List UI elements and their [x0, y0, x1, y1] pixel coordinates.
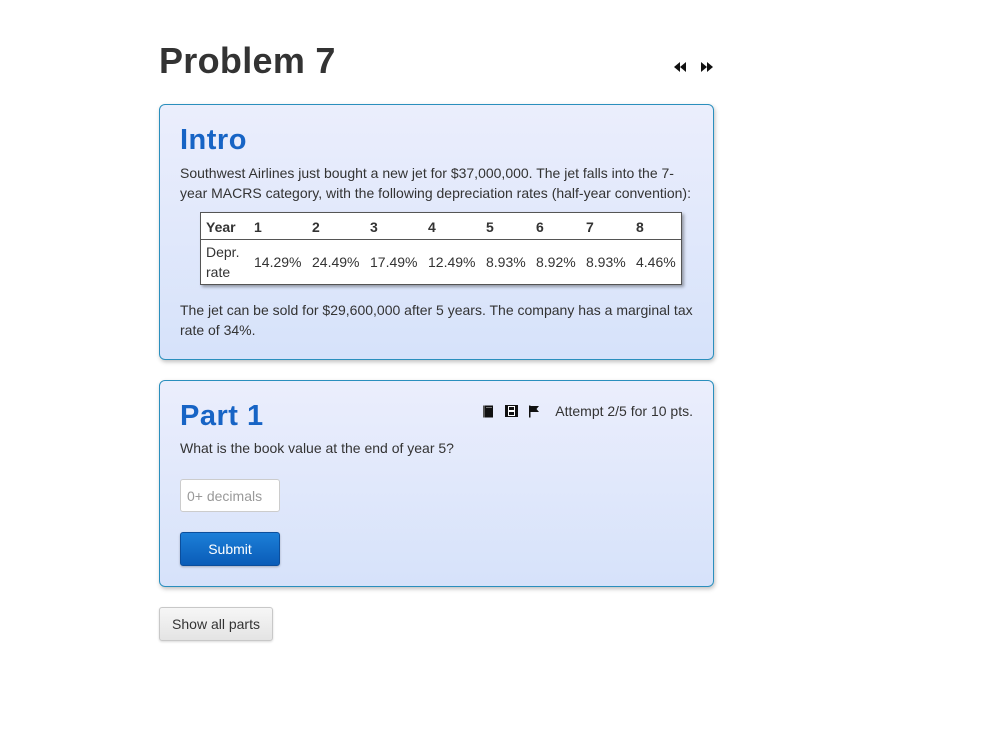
table-header-cell: 2	[307, 212, 365, 240]
answer-input[interactable]	[180, 479, 280, 512]
table-cell: 4.46%	[636, 254, 676, 270]
problem-header: Problem 7	[159, 38, 714, 98]
table-cell: 24.49%	[312, 254, 360, 270]
part1-title: Part 1	[180, 400, 264, 432]
table-cell: 8.93%	[486, 254, 526, 270]
table-header-cell: 1	[249, 212, 307, 240]
depreciation-table: Year 1 2 3 4 5 6 7 8 Depr. rate 14.29% 2…	[200, 212, 682, 285]
table-header-cell: 6	[531, 212, 581, 240]
table-header-cell: 7	[581, 212, 631, 240]
table-cell: 8.92%	[536, 254, 576, 270]
page-title: Problem 7	[159, 40, 336, 81]
table-header-row: Year 1 2 3 4 5 6 7 8	[200, 212, 682, 240]
attempt-counter: Attempt 2/5 for 10 pts.	[555, 403, 693, 419]
table-cell: 8.93%	[586, 254, 626, 270]
intro-paragraph-2: The jet can be sold for $29,600,000 afte…	[180, 302, 693, 338]
table-header-cell: 5	[481, 212, 531, 240]
table-row-label: Depr. rate	[206, 244, 240, 280]
book-icon[interactable]	[481, 404, 495, 418]
table-header-cell: 4	[423, 212, 481, 240]
intro-card: Intro Southwest Airlines just bought a n…	[159, 104, 714, 360]
intro-title: Intro	[180, 124, 247, 156]
table-header-year: Year	[200, 212, 249, 240]
film-icon[interactable]	[504, 404, 518, 418]
fast-forward-icon[interactable]	[698, 60, 714, 74]
table-row: Depr. rate 14.29% 24.49% 17.49% 12.49% 8…	[201, 240, 682, 285]
part1-card: Part 1 Attempt 2/5 for 10 pts. What is t…	[159, 380, 714, 587]
flag-icon[interactable]	[527, 404, 541, 418]
table-cell: 17.49%	[370, 254, 418, 270]
table-cell: 12.49%	[428, 254, 476, 270]
part-tools: Attempt 2/5 for 10 pts.	[481, 403, 693, 419]
problem-nav	[672, 60, 714, 74]
intro-paragraph: Southwest Airlines just bought a new jet…	[180, 165, 691, 201]
problem-container: Problem 7 Intro Southwest Airlines just …	[159, 38, 714, 641]
table-header-cell: 8	[631, 212, 682, 240]
rewind-icon[interactable]	[672, 60, 688, 74]
show-all-parts-button[interactable]: Show all parts	[159, 607, 273, 641]
table-cell: 14.29%	[254, 254, 302, 270]
table-header-cell: 3	[365, 212, 423, 240]
question-text: What is the book value at the end of yea…	[180, 440, 454, 456]
submit-button[interactable]: Submit	[180, 532, 280, 566]
